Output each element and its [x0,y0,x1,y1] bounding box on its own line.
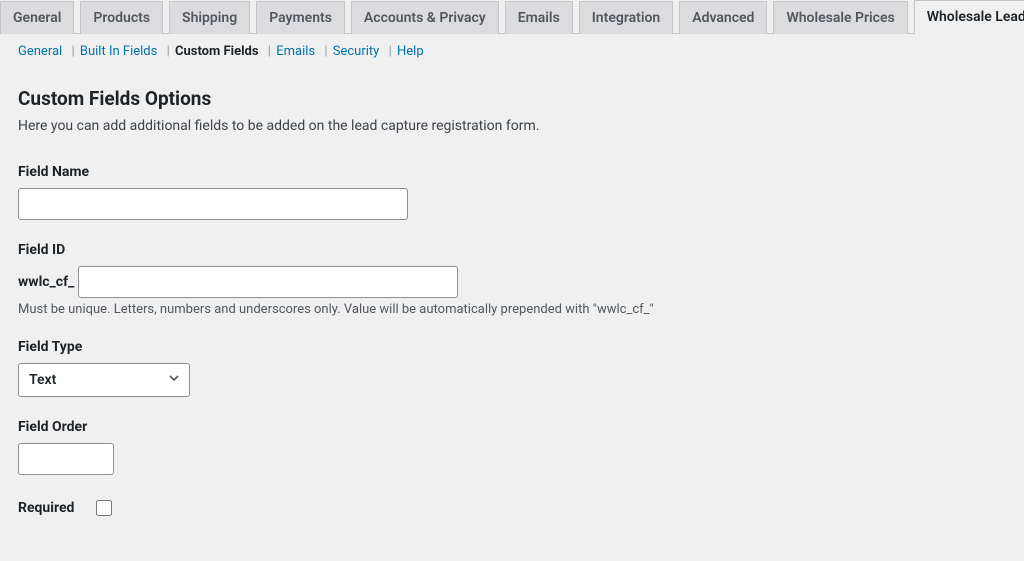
field-order-input[interactable] [18,443,114,475]
separator: | [324,44,327,59]
tab-payments[interactable]: Payments [256,1,345,34]
subnav-custom-fields[interactable]: Custom Fields [175,44,259,59]
subnav-general[interactable]: General [18,44,62,59]
tab-emails[interactable]: Emails [505,1,573,34]
tab-advanced[interactable]: Advanced [679,1,767,34]
field-id-prefix: wwlc_cf_ [18,274,74,290]
subnav-help[interactable]: Help [397,44,424,59]
subnav-emails[interactable]: Emails [276,44,315,59]
field-type-value: Text [29,372,56,388]
field-id-group: Field ID wwlc_cf_ Must be unique. Letter… [18,242,1006,317]
tab-general[interactable]: General [0,1,74,34]
tab-accounts-privacy[interactable]: Accounts & Privacy [351,1,499,34]
separator: | [71,44,74,59]
field-id-label: Field ID [18,242,1006,258]
field-type-group: Field Type Text [18,339,1006,397]
separator: | [268,44,271,59]
field-id-input[interactable] [78,266,458,298]
tab-wholesale-lead[interactable]: Wholesale Lead [914,0,1024,34]
required-label: Required [18,500,74,516]
subnav-built-in-fields[interactable]: Built In Fields [80,44,157,59]
field-name-group: Field Name [18,164,1006,220]
tab-products[interactable]: Products [80,1,163,34]
sub-nav: General | Built In Fields | Custom Field… [0,34,1024,59]
field-order-group: Field Order [18,419,1006,475]
tab-integration[interactable]: Integration [579,1,673,34]
field-name-input[interactable] [18,188,408,220]
separator: | [167,44,170,59]
required-checkbox[interactable] [96,500,112,516]
primary-tabs: General Products Shipping Payments Accou… [0,0,1024,34]
field-order-label: Field Order [18,419,1006,435]
tab-shipping[interactable]: Shipping [169,1,250,34]
field-type-select[interactable]: Text [18,363,190,397]
field-name-label: Field Name [18,164,1006,180]
section-title: Custom Fields Options [18,87,1006,110]
subnav-security[interactable]: Security [333,44,380,59]
field-id-hint: Must be unique. Letters, numbers and und… [18,302,1006,317]
field-type-label: Field Type [18,339,1006,355]
tab-wholesale-prices[interactable]: Wholesale Prices [773,1,907,34]
content-area: Custom Fields Options Here you can add a… [0,59,1024,561]
separator: | [389,44,392,59]
section-description: Here you can add additional fields to be… [18,118,1006,134]
required-group: Required [18,497,1006,519]
